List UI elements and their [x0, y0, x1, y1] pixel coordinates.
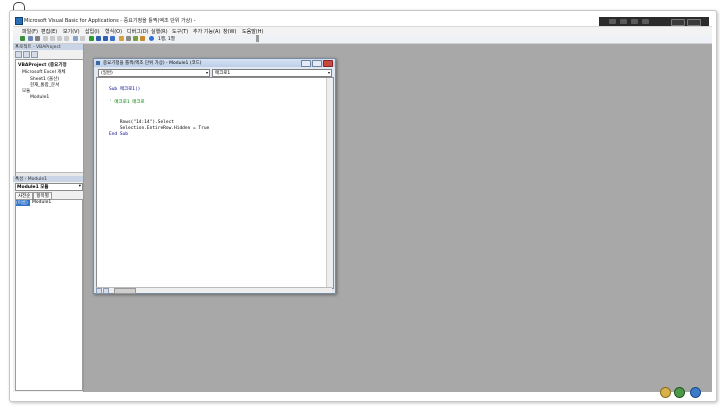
find-icon[interactable] [64, 36, 69, 41]
project-explorer-icon[interactable] [119, 36, 124, 41]
menu-debug[interactable]: 디버그(D) [127, 28, 149, 35]
tree-node-vbaproject[interactable]: VBAProject (중요기정 [18, 62, 67, 68]
object-browser-icon[interactable] [133, 36, 138, 41]
full-module-view-icon[interactable] [103, 288, 109, 294]
menu-bar: 파일(F) 편집(E) 보기(V) 삽입(I) 형식(O) 디버그(D) 실행(… [13, 27, 712, 35]
project-panel-header: 프로젝트 - VBAProject × [13, 44, 83, 50]
tree-node-excel-objects[interactable]: Microsoft Excel 개체 [22, 69, 66, 75]
view-code-icon[interactable] [15, 51, 22, 58]
tree-node-modules[interactable]: 모듈 [22, 88, 30, 94]
procedure-select-value: 매크로1 [215, 71, 231, 76]
code-vertical-scrollbar[interactable] [326, 78, 333, 288]
window-title: Microsoft Visual Basic for Applications … [24, 18, 196, 24]
design-mode-icon[interactable] [110, 36, 115, 41]
undo-icon[interactable] [73, 36, 78, 41]
procedure-select[interactable]: 매크로1 ▾ [212, 69, 332, 77]
help-icon[interactable] [149, 36, 154, 41]
menu-help[interactable]: 도움말(H) [242, 28, 263, 35]
procedure-view-icon[interactable] [96, 288, 102, 294]
tree-node-workbook[interactable]: 현재_통합_문서 [30, 82, 59, 88]
property-row[interactable]: (이름) Module1 [16, 200, 82, 206]
menu-insert[interactable]: 삽입(I) [85, 28, 100, 35]
code-line: ' 매크로1 매크로 [109, 100, 145, 105]
scroll-thumb[interactable] [114, 288, 136, 294]
window-controls [599, 17, 709, 26]
restore-button[interactable] [631, 19, 638, 24]
cursor-position: 1행, 1열 [158, 37, 175, 42]
menu-file[interactable]: 파일(F) [22, 28, 38, 35]
close-icon[interactable]: × [15, 44, 81, 49]
view-excel-icon[interactable] [20, 36, 25, 41]
chevron-down-icon: ▾ [327, 70, 330, 75]
toolbar-grip[interactable] [256, 35, 259, 42]
properties-object-value: Module1 모듈 [17, 185, 49, 190]
help-button[interactable] [642, 19, 649, 24]
code-line: Sub 매크로1() [109, 87, 141, 92]
paste-icon[interactable] [57, 36, 62, 41]
minimize-button[interactable] [301, 60, 311, 67]
left-dock: 프로젝트 - VBAProject × VBAProject (중요기정 Mic… [13, 44, 84, 392]
project-tree: VBAProject (중요기정 Microsoft Excel 개체 Shee… [15, 59, 84, 181]
toolbox-icon[interactable] [140, 36, 145, 41]
save-icon[interactable] [35, 36, 40, 41]
system-tray [658, 384, 710, 398]
menu-format[interactable]: 형식(O) [105, 28, 122, 35]
break-icon[interactable] [96, 36, 101, 41]
close-icon[interactable] [687, 19, 701, 26]
view-object-icon[interactable] [23, 51, 30, 58]
properties-window-icon[interactable] [126, 36, 131, 41]
close-icon[interactable]: × [15, 176, 81, 181]
minimize-button[interactable] [609, 19, 616, 24]
toggle-folders-icon[interactable] [31, 51, 38, 58]
tray-app-icon[interactable] [674, 387, 685, 398]
tree-node-module1[interactable]: Module1 [30, 95, 49, 100]
properties-grid: (이름) Module1 [15, 199, 83, 391]
chevron-down-icon: ▾ [205, 70, 208, 75]
properties-tabs: 사전순 항목별 [15, 192, 52, 200]
code-horizontal-scrollbar[interactable] [96, 287, 332, 294]
properties-panel-header: 속성 - Module1 × [13, 176, 83, 182]
menu-run[interactable]: 실행(R) [151, 28, 168, 35]
object-select-value: (일반) [101, 71, 113, 76]
code-window-controls [300, 60, 333, 67]
property-name: (이름) [16, 200, 30, 206]
run-icon[interactable] [89, 36, 94, 41]
settings-icon[interactable] [671, 19, 685, 26]
close-button[interactable] [323, 60, 333, 67]
maximize-button[interactable] [312, 60, 322, 67]
tray-app-icon[interactable] [690, 387, 701, 398]
project-panel-toolbar [15, 51, 81, 58]
insert-module-icon[interactable] [28, 36, 33, 41]
chevron-down-icon: ▾ [78, 184, 81, 189]
maximize-button[interactable] [620, 19, 627, 24]
copy-icon[interactable] [50, 36, 55, 41]
properties-object-select[interactable]: Module1 모듈 ▾ [15, 183, 83, 191]
code-line: Rows("14:14").Select [109, 120, 175, 125]
standard-toolbar: 1행, 1열 [13, 35, 712, 44]
property-value[interactable]: Module1 [32, 200, 51, 205]
code-window-titlebar[interactable]: 중요기정을 틀찍(엑조 단위 가상) - Module1 (코드) [94, 59, 335, 67]
menu-window[interactable]: 창(W) [223, 28, 236, 35]
tray-app-icon[interactable] [660, 387, 671, 398]
code-window: 중요기정을 틀찍(엑조 단위 가상) - Module1 (코드) (일반) ▾… [93, 58, 336, 294]
object-select[interactable]: (일반) ▾ [98, 69, 210, 77]
vba-app-icon [15, 17, 23, 25]
code-editor[interactable]: Sub 매크로1() ' 매크로1 매크로 Rows("14:14").Sele… [96, 77, 334, 289]
code-window-title: 중요기정을 틀찍(엑조 단위 가상) - Module1 (코드) [103, 61, 202, 66]
module-icon [96, 61, 100, 65]
code-line: Selection.EntireRow.Hidden = True [109, 126, 210, 131]
menu-edit[interactable]: 편집(E) [41, 28, 57, 35]
menu-view[interactable]: 보기(V) [63, 28, 80, 35]
code-line: End Sub [109, 132, 128, 137]
menu-tools[interactable]: 도구(T) [172, 28, 188, 35]
reset-icon[interactable] [103, 36, 108, 41]
redo-icon[interactable] [80, 36, 85, 41]
cut-icon[interactable] [43, 36, 48, 41]
menu-addins[interactable]: 추가 기능(A) [193, 28, 220, 35]
